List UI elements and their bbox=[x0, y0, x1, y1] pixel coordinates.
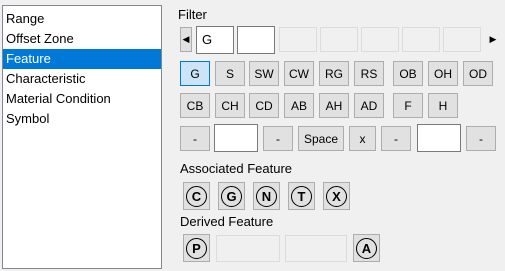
derived-feature-label: Derived Feature bbox=[180, 214, 274, 229]
feature-button-od[interactable]: OD bbox=[463, 61, 493, 86]
filter-input[interactable]: G bbox=[196, 26, 234, 54]
derived-slot-1 bbox=[216, 235, 280, 262]
circled-g-icon: G bbox=[221, 185, 242, 207]
circled-c-icon: C bbox=[186, 185, 207, 207]
feature-button-rg[interactable]: RG bbox=[319, 61, 349, 86]
derived-p-button[interactable]: P bbox=[183, 234, 210, 262]
associated-c-button[interactable]: C bbox=[183, 182, 210, 210]
value-input-2[interactable] bbox=[417, 124, 461, 152]
minus-button-1[interactable]: - bbox=[180, 126, 210, 151]
filter-slot-7 bbox=[443, 27, 481, 52]
list-item-feature[interactable]: Feature bbox=[3, 49, 161, 69]
feature-button-ad[interactable]: AD bbox=[354, 93, 384, 118]
value-input-1[interactable] bbox=[214, 124, 258, 152]
feature-button-ah[interactable]: AH bbox=[319, 93, 349, 118]
feature-button-cd[interactable]: CD bbox=[249, 93, 279, 118]
left-arrow-icon: ◀ bbox=[182, 34, 190, 44]
filter-slot-4 bbox=[320, 27, 358, 52]
associated-n-button[interactable]: N bbox=[253, 182, 280, 210]
circled-p-icon: P bbox=[186, 237, 207, 259]
category-list[interactable]: Range Offset Zone Feature Characteristic… bbox=[2, 5, 162, 269]
feature-button-h[interactable]: H bbox=[428, 93, 458, 118]
feature-button-s[interactable]: S bbox=[215, 61, 245, 86]
feature-button-cw[interactable]: CW bbox=[284, 61, 314, 86]
feature-button-ch[interactable]: CH bbox=[215, 93, 245, 118]
scroll-left-button[interactable]: ◀ bbox=[180, 27, 192, 52]
right-arrow-icon: ▶ bbox=[489, 34, 497, 44]
filter-label: Filter bbox=[178, 7, 207, 22]
associated-x-button[interactable]: X bbox=[323, 182, 350, 210]
minus-button-3[interactable]: - bbox=[381, 126, 411, 151]
derived-a-button[interactable]: A bbox=[353, 234, 380, 262]
feature-button-oh[interactable]: OH bbox=[428, 61, 458, 86]
feature-button-cb[interactable]: CB bbox=[180, 93, 210, 118]
x-button[interactable]: x bbox=[349, 126, 376, 151]
space-button[interactable]: Space bbox=[298, 126, 344, 151]
filter-slot-5 bbox=[361, 27, 399, 52]
associated-feature-label: Associated Feature bbox=[180, 161, 293, 176]
minus-button-2[interactable]: - bbox=[263, 126, 293, 151]
filter-slot-6 bbox=[402, 27, 440, 52]
feature-button-ob[interactable]: OB bbox=[393, 61, 423, 86]
minus-button-4[interactable]: - bbox=[466, 126, 496, 151]
feature-button-g[interactable]: G bbox=[180, 61, 210, 86]
filter-input-2[interactable] bbox=[237, 26, 275, 54]
associated-t-button[interactable]: T bbox=[288, 182, 315, 210]
associated-g-button[interactable]: G bbox=[218, 182, 245, 210]
list-item-range[interactable]: Range bbox=[3, 9, 161, 29]
circled-n-icon: N bbox=[256, 185, 277, 207]
feature-button-ab[interactable]: AB bbox=[284, 93, 314, 118]
list-item-offset-zone[interactable]: Offset Zone bbox=[3, 29, 161, 49]
filter-slot-3 bbox=[279, 27, 317, 52]
feature-button-sw[interactable]: SW bbox=[249, 61, 279, 86]
circled-a-icon: A bbox=[356, 237, 377, 259]
derived-slot-2 bbox=[285, 235, 347, 262]
circled-x-icon: X bbox=[326, 185, 347, 207]
list-item-material-condition[interactable]: Material Condition bbox=[3, 89, 161, 109]
feature-button-rs[interactable]: RS bbox=[354, 61, 384, 86]
scroll-right-button[interactable]: ▶ bbox=[487, 27, 499, 52]
list-item-characteristic[interactable]: Characteristic bbox=[3, 69, 161, 89]
circled-t-icon: T bbox=[291, 185, 312, 207]
feature-button-f[interactable]: F bbox=[393, 93, 423, 118]
list-item-symbol[interactable]: Symbol bbox=[3, 109, 161, 129]
